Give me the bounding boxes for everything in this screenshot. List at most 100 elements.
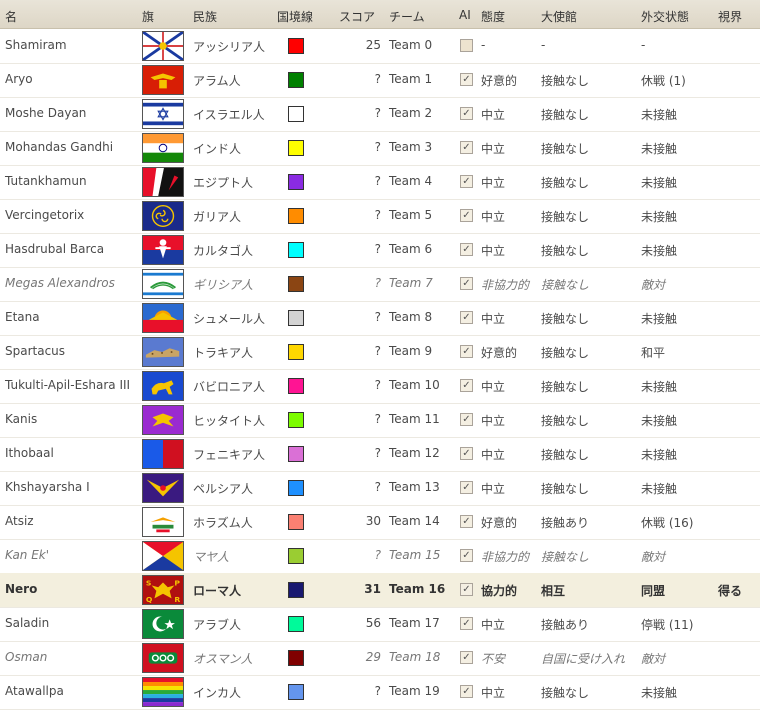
border-color-swatch	[288, 548, 304, 564]
babylon-flag-icon	[142, 371, 184, 401]
player-row[interactable]: Osman オスマン人 29 Team 18 ✓ 不安 自国に受け入れ 敵対	[0, 641, 760, 676]
header-score[interactable]: スコア	[339, 8, 375, 25]
attitude-value: 中立	[481, 210, 506, 224]
player-row[interactable]: Ithobaal フェニキア人? Team 12 ✓ 中立 接触なし 未接触	[0, 437, 760, 472]
header-attitude[interactable]: 態度	[481, 8, 505, 25]
diplo-state-value: 未接触	[641, 210, 678, 224]
player-row[interactable]: Mohandas Gandhi インド人? Team 3 ✓ 中立 接触なし 未接触	[0, 131, 760, 166]
player-row[interactable]: Tukulti-Apil-Eshara III バビロニア人? Team 10 ✓ 中立…	[0, 369, 760, 404]
ai-checkbox[interactable]: ✓	[460, 277, 473, 290]
player-row[interactable]: Kan Ek' マヤ人? Team 15 ✓ 非協力的 接触なし 敵対	[0, 539, 760, 574]
team-name: Team 6	[389, 242, 433, 256]
header-embassy[interactable]: 大使館	[541, 8, 577, 25]
ai-checkbox[interactable]: ✓	[460, 379, 473, 392]
ai-checkbox[interactable]: ✓	[460, 413, 473, 426]
border-color-swatch	[288, 106, 304, 122]
header-team[interactable]: チーム	[389, 8, 425, 25]
player-row[interactable]: Megas Alexandros ギリシア人? Team 7 ✓ 非協力的 接触なし 敵対	[0, 267, 760, 302]
player-row[interactable]: Nero S P Q R ローマ人 31 Team 16 ✓ 協力的 相互 同盟 得る	[0, 573, 760, 608]
attitude-value: 中立	[481, 448, 506, 462]
player-name: Aryo	[5, 72, 33, 86]
diplo-state-value: 停戦 (11)	[641, 618, 694, 632]
player-row[interactable]: Kanis ヒッタイト人? Team 11 ✓ 中立 接触なし 未接触	[0, 403, 760, 438]
player-row[interactable]: Tutankhamun エジプト人? Team 4 ✓ 中立 接触なし 未接触	[0, 165, 760, 200]
score-value: 31	[364, 582, 381, 596]
india-flag-icon	[142, 133, 184, 163]
diplo-state-value: 未接触	[641, 312, 678, 326]
diplo-state-value: 休戦 (16)	[641, 516, 694, 530]
nation-name: イスラエル人	[193, 108, 265, 122]
header-name[interactable]: 名	[5, 8, 17, 25]
ai-checkbox[interactable]: ✓	[460, 583, 473, 596]
ai-checkbox[interactable]: ✓	[460, 311, 473, 324]
score-value: ?	[374, 276, 381, 290]
nation-name: エジプト人	[193, 176, 254, 190]
ai-checkbox[interactable]: ✓	[460, 617, 473, 630]
attitude-value: 中立	[481, 618, 506, 632]
ai-checkbox[interactable]: ✓	[460, 141, 473, 154]
header-diplo[interactable]: 外交状態	[641, 8, 689, 25]
nation-name: シュメール人	[193, 312, 266, 326]
diplo-state-value: 未接触	[641, 686, 678, 700]
player-row[interactable]: Aryo アラム人? Team 1 ✓ 好意的 接触なし 休戦 (1)	[0, 63, 760, 98]
player-name: Moshe Dayan	[5, 106, 87, 120]
header-nation[interactable]: 民族	[193, 8, 217, 25]
diplo-state-value: 未接触	[641, 142, 678, 156]
player-name: Mohandas Gandhi	[5, 140, 114, 154]
border-color-swatch	[288, 344, 304, 360]
score-value: 25	[365, 38, 381, 52]
attitude-value: 中立	[481, 482, 506, 496]
nation-name: トラキア人	[193, 346, 254, 360]
player-row[interactable]: Spartacus トラキア人? Team 9 ✓ 好意的 接触なし 和平	[0, 335, 760, 370]
ai-checkbox[interactable]: ✓	[460, 175, 473, 188]
ai-checkbox[interactable]: ✓	[460, 345, 473, 358]
ai-checkbox[interactable]: ✓	[460, 73, 473, 86]
team-name: Team 11	[389, 412, 440, 426]
attitude-value: 中立	[481, 142, 506, 156]
player-name: Megas Alexandros	[5, 276, 115, 290]
carthage-flag-icon	[142, 235, 184, 265]
ai-checkbox[interactable]: ✓	[460, 549, 473, 562]
ai-checkbox[interactable]	[460, 39, 473, 52]
border-color-swatch	[288, 72, 304, 88]
player-row[interactable]: Hasdrubal Barca カルタゴ人? Team 6 ✓ 中立 接触なし 未接触	[0, 233, 760, 268]
player-row[interactable]: Atawallpa インカ人? Team 19 ✓ 中立 接触なし 未接触	[0, 675, 760, 710]
ai-checkbox[interactable]: ✓	[460, 515, 473, 528]
team-name: Team 13	[389, 480, 440, 494]
player-row[interactable]: Shamiram アッシリア人 25 Team 0 - - -	[0, 29, 760, 64]
player-row[interactable]: Khshayarsha I ペルシア人? Team 13 ✓ 中立 接触なし 未接触	[0, 471, 760, 506]
ai-checkbox[interactable]: ✓	[460, 481, 473, 494]
ai-checkbox[interactable]: ✓	[460, 447, 473, 460]
rome-flag-icon: S P Q R	[142, 575, 184, 605]
team-name: Team 18	[389, 650, 441, 664]
attitude-value: 中立	[481, 380, 506, 394]
score-value: ?	[374, 310, 381, 324]
player-row[interactable]: Vercingetorix ガリア人? Team 5 ✓ 中立 接触なし 未接触	[0, 199, 760, 234]
player-row[interactable]: Saladin アラブ人 56 Team 17 ✓ 中立 接触あり 停戦 (11)	[0, 607, 760, 642]
header-vision[interactable]: 視界	[718, 8, 742, 25]
ai-checkbox[interactable]: ✓	[460, 107, 473, 120]
embassy-value: 接触なし	[541, 108, 590, 122]
nation-name: ガリア人	[193, 210, 242, 224]
score-value: 56	[365, 616, 381, 630]
embassy-value: 接触なし	[541, 414, 590, 428]
header-ai[interactable]: AI	[459, 8, 471, 22]
header-flag[interactable]: 旗	[142, 8, 154, 25]
ai-checkbox[interactable]: ✓	[460, 685, 473, 698]
nation-name: ローマ人	[193, 584, 242, 598]
score-value: ?	[374, 72, 381, 86]
aram-flag-icon	[142, 65, 184, 95]
player-name: Kan Ek'	[5, 548, 50, 562]
sumer-flag-icon	[142, 303, 184, 333]
player-row[interactable]: Atsiz ホラズム人 30 Team 14 ✓ 好意的 接触あり 休戦 (16)	[0, 505, 760, 540]
diplo-state-value: 休戦 (1)	[641, 74, 686, 88]
ai-checkbox[interactable]: ✓	[460, 243, 473, 256]
hittite-flag-icon	[142, 405, 184, 435]
ai-checkbox[interactable]: ✓	[460, 651, 473, 664]
ai-checkbox[interactable]: ✓	[460, 209, 473, 222]
team-name: Team 14	[389, 514, 440, 528]
header-border[interactable]: 国境線	[277, 8, 313, 25]
player-row[interactable]: Moshe Dayan イスラエル人? Team 2 ✓ 中立 接触なし 未接触	[0, 97, 760, 132]
score-value: ?	[374, 208, 381, 222]
player-row[interactable]: Etana シュメール人? Team 8 ✓ 中立 接触なし 未接触	[0, 301, 760, 336]
